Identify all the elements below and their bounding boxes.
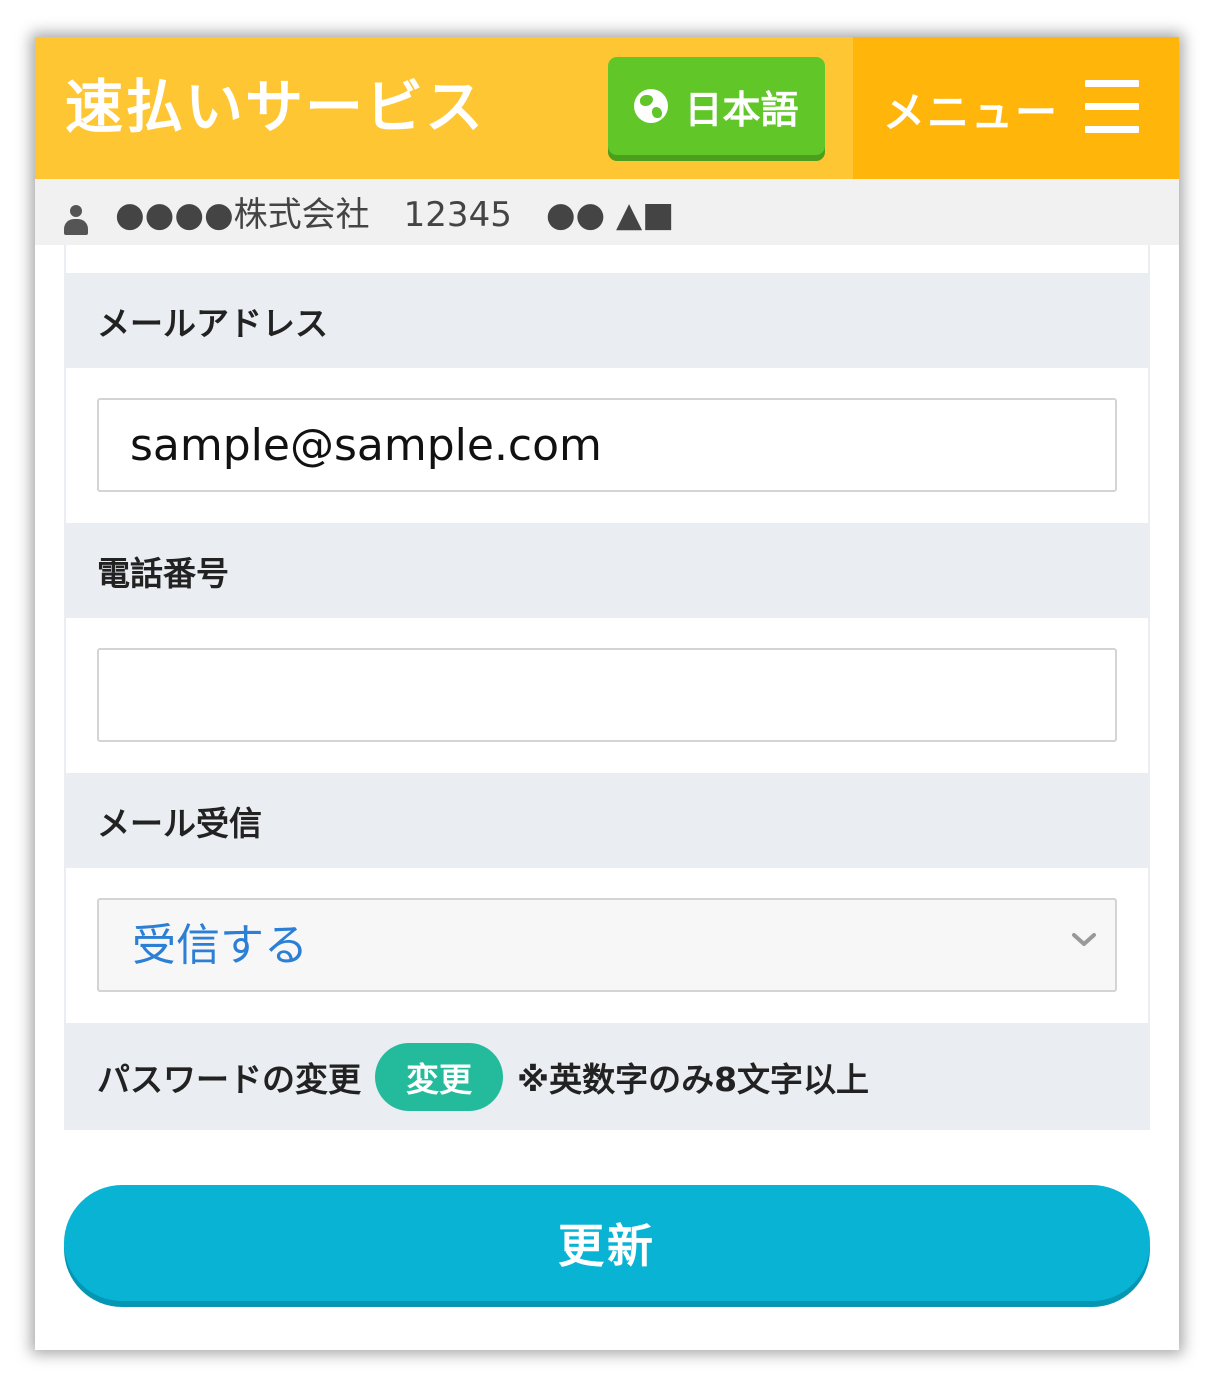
hamburger-icon — [1085, 80, 1139, 134]
header: 速払いサービス 日本語 メニュー — [35, 37, 1179, 179]
app-frame: 速払いサービス 日本語 メニュー ●●●●株式会社 12345 ●● ▲■ メー… — [35, 37, 1179, 1350]
update-button[interactable]: 更新 — [64, 1185, 1150, 1301]
phone-row — [64, 618, 1150, 773]
account-form: メールアドレス 電話番号 メール受信 受信する パスワードの変更 変更 ※英数字… — [64, 245, 1150, 1130]
phone-field[interactable] — [97, 648, 1117, 742]
phone-label: 電話番号 — [64, 523, 1150, 618]
chevron-down-icon — [1072, 933, 1096, 946]
mail-receive-select[interactable]: 受信する — [97, 898, 1117, 992]
user-bar: ●●●●株式会社 12345 ●● ▲■ — [35, 179, 1179, 245]
form-top-spacer — [64, 245, 1150, 273]
brand-title: 速払いサービス — [65, 73, 486, 141]
mail-receive-label: メール受信 — [64, 773, 1150, 868]
menu-button[interactable]: メニュー — [853, 37, 1179, 179]
globe-icon — [634, 89, 669, 123]
user-info: ●●●●株式会社 12345 ●● ▲■ — [115, 195, 675, 235]
email-field[interactable] — [97, 398, 1117, 492]
password-label: パスワードの変更 — [97, 1059, 361, 1099]
user-icon — [63, 205, 89, 235]
language-label: 日本語 — [684, 87, 799, 132]
email-row — [64, 368, 1150, 523]
menu-label: メニュー — [883, 88, 1060, 137]
password-note: ※英数字のみ8文字以上 — [517, 1059, 870, 1099]
language-button[interactable]: 日本語 — [608, 57, 825, 155]
email-label: メールアドレス — [64, 273, 1150, 368]
mail-receive-row: 受信する — [64, 868, 1150, 1023]
password-change-button[interactable]: 変更 — [375, 1042, 503, 1111]
password-row: パスワードの変更 変更 ※英数字のみ8文字以上 — [64, 1023, 1150, 1130]
mail-receive-value: 受信する — [132, 920, 308, 971]
